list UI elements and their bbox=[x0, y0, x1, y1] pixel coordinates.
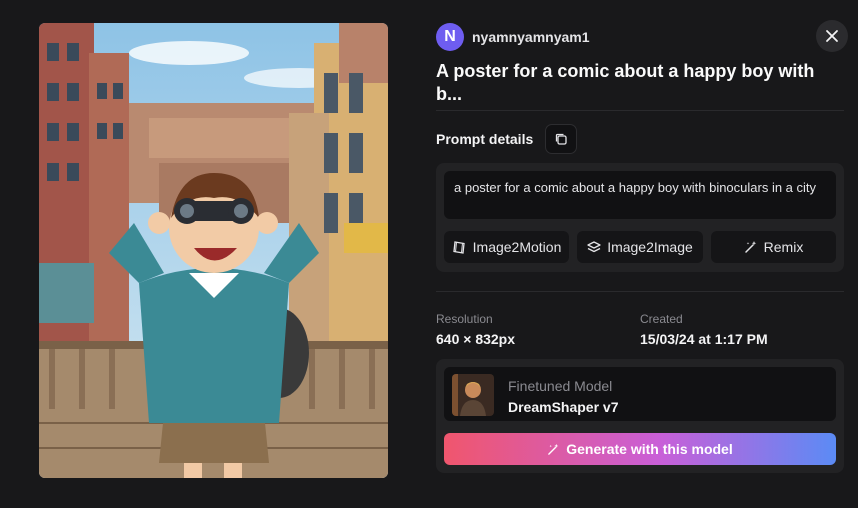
created-label: Created bbox=[640, 312, 683, 326]
close-icon bbox=[826, 30, 838, 42]
prompt-details-label: Prompt details bbox=[436, 131, 534, 147]
magic-wand-icon bbox=[548, 443, 559, 455]
model-type-label: Finetuned Model bbox=[508, 378, 613, 394]
image2motion-button[interactable]: Image2Motion bbox=[444, 231, 569, 263]
author-name[interactable]: nyamnyamnyam1 bbox=[472, 29, 590, 45]
author[interactable]: N nyamnyamnyam1 bbox=[436, 23, 590, 51]
prompt-card: a poster for a comic about a happy boy w… bbox=[436, 163, 844, 272]
image2motion-label: Image2Motion bbox=[472, 239, 562, 255]
copy-prompt-button[interactable] bbox=[545, 124, 578, 154]
close-button[interactable] bbox=[816, 20, 848, 52]
prompt-text: a poster for a comic about a happy boy w… bbox=[444, 171, 836, 219]
generated-image[interactable] bbox=[39, 23, 388, 478]
divider bbox=[436, 291, 844, 292]
resolution-value: 640 × 832px bbox=[436, 331, 516, 347]
image-title: A poster for a comic about a happy boy w… bbox=[436, 61, 815, 104]
remix-label: Remix bbox=[763, 239, 804, 255]
divider bbox=[436, 110, 844, 111]
avatar: N bbox=[436, 23, 464, 51]
model-name: DreamShaper v7 bbox=[508, 399, 619, 415]
created-value: 15/03/24 at 1:17 PM bbox=[640, 331, 768, 347]
layers-icon bbox=[587, 241, 601, 253]
image2image-button[interactable]: Image2Image bbox=[577, 231, 703, 263]
model-card: Finetuned Model DreamShaper v7 Generate … bbox=[436, 359, 844, 473]
model-thumbnail bbox=[452, 374, 494, 416]
image2image-label: Image2Image bbox=[607, 239, 693, 255]
resolution-label: Resolution bbox=[436, 312, 493, 326]
magic-wand-icon bbox=[744, 241, 756, 253]
model-info[interactable]: Finetuned Model DreamShaper v7 bbox=[444, 367, 836, 421]
prompt-header: Prompt details bbox=[436, 124, 578, 154]
remix-button[interactable]: Remix bbox=[711, 231, 836, 263]
generate-with-model-button[interactable]: Generate with this model bbox=[444, 433, 836, 465]
generate-label: Generate with this model bbox=[566, 441, 733, 457]
copy-icon bbox=[556, 133, 567, 145]
film-icon bbox=[452, 240, 465, 254]
